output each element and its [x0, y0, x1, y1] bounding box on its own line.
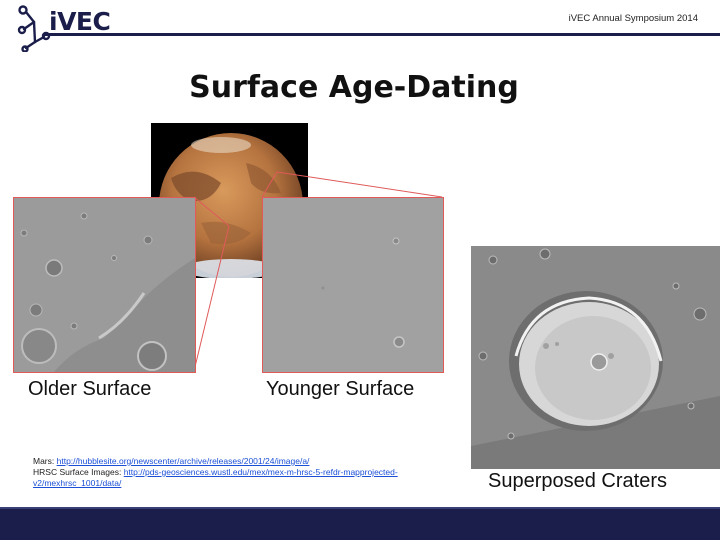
hrsc-credit-line: HRSC Surface Images: http://pds-geoscien…: [33, 467, 413, 489]
image-credits: Mars: http://hubblesite.org/newscenter/a…: [33, 456, 413, 489]
mars-credit-label: Mars:: [33, 456, 57, 466]
superposed-craters-caption: Superposed Craters: [488, 470, 667, 492]
younger-surface-caption: Younger Surface: [266, 378, 415, 400]
mars-credit-link[interactable]: http://hubblesite.org/newscenter/archive…: [57, 456, 310, 466]
mars-credit-line: Mars: http://hubblesite.org/newscenter/a…: [33, 456, 413, 467]
younger-surface-image: [262, 197, 444, 373]
superposed-craters-image: [471, 246, 720, 469]
older-surface-caption: Older Surface: [28, 378, 152, 400]
older-surface-image: [13, 197, 196, 373]
footer-bar: [0, 507, 720, 540]
hrsc-credit-label: HRSC Surface Images:: [33, 467, 124, 477]
